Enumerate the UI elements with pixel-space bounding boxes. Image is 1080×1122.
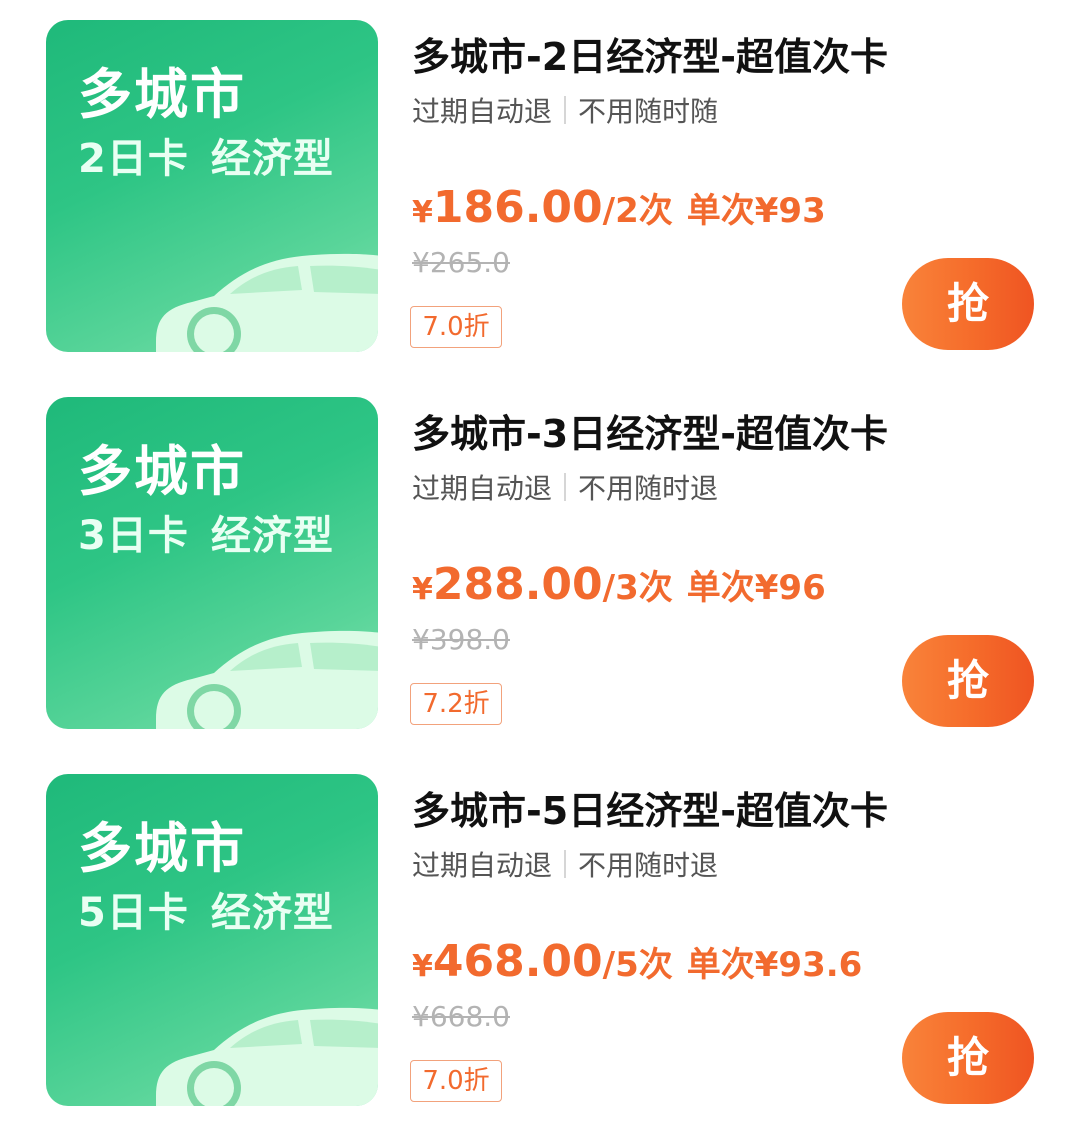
thumbnail-title: 多城市 — [78, 63, 246, 126]
thumbnail-days: 3日卡 — [78, 513, 189, 559]
thumbnail-days: 5日卡 — [78, 890, 189, 936]
product-thumbnail[interactable]: 多城市 2日卡 经济型 — [46, 20, 378, 352]
tag-divider — [564, 473, 567, 501]
discount-badge: 7.2折 — [410, 683, 502, 725]
thumbnail-subtitle: 5日卡 经济型 — [78, 880, 334, 938]
grab-button[interactable]: 抢 — [902, 258, 1034, 350]
tag-refund-anytime: 不用随时退 — [578, 472, 719, 505]
thumbnail-type: 经济型 — [210, 890, 334, 936]
tag-auto-refund: 过期自动退 — [412, 472, 553, 505]
unit-price: 单次¥93.6 — [686, 945, 863, 985]
original-price: ¥265.0 — [412, 246, 510, 279]
currency-symbol: ¥ — [412, 572, 433, 607]
tag-divider — [564, 96, 567, 124]
discount-badge: 7.0折 — [410, 306, 502, 348]
original-price: ¥668.0 — [412, 1000, 510, 1033]
grab-button[interactable]: 抢 — [902, 1012, 1034, 1104]
use-count: /2次 — [602, 191, 673, 231]
use-count: /5次 — [602, 945, 673, 985]
price-line: ¥468.00/5次 单次¥93.6 — [412, 936, 862, 987]
tag-refund-anytime: 不用随时退 — [578, 849, 719, 882]
thumbnail-type: 经济型 — [210, 136, 334, 182]
car-icon — [156, 1007, 378, 1106]
product-thumbnail[interactable]: 多城市 3日卡 经济型 — [46, 397, 378, 729]
tag-auto-refund: 过期自动退 — [412, 95, 553, 128]
car-icon — [156, 630, 378, 729]
grab-button[interactable]: 抢 — [902, 635, 1034, 727]
currency-symbol: ¥ — [412, 195, 433, 230]
car-icon — [156, 253, 378, 352]
product-title[interactable]: 多城市-3日经济型-超值次卡 — [412, 403, 888, 458]
unit-price: 单次¥96 — [686, 568, 826, 608]
product-thumbnail[interactable]: 多城市 5日卡 经济型 — [46, 774, 378, 1106]
thumbnail-type: 经济型 — [210, 513, 334, 559]
discount-badge: 7.0折 — [410, 1060, 502, 1102]
product-title[interactable]: 多城市-2日经济型-超值次卡 — [412, 26, 888, 81]
thumbnail-title: 多城市 — [78, 440, 246, 503]
unit-price: 单次¥93 — [686, 191, 826, 231]
original-price: ¥398.0 — [412, 623, 510, 656]
price-amount: 186.00 — [432, 182, 603, 233]
tag-refund-anytime: 不用随时随 — [578, 95, 719, 128]
thumbnail-subtitle: 3日卡 经济型 — [78, 503, 334, 561]
product-title[interactable]: 多城市-5日经济型-超值次卡 — [412, 780, 888, 835]
price-line: ¥186.00/2次 单次¥93 — [412, 182, 826, 233]
product-card[interactable]: 多城市 2日卡 经济型 多城市-2日经济型-超值次卡 过期自动退 不用随时随 ¥1… — [0, 0, 1080, 352]
price-line: ¥288.00/3次 单次¥96 — [412, 559, 826, 610]
product-tags: 过期自动退 不用随时退 — [412, 467, 718, 507]
price-amount: 468.00 — [432, 936, 603, 987]
thumbnail-subtitle: 2日卡 经济型 — [78, 126, 334, 184]
thumbnail-title: 多城市 — [78, 817, 246, 880]
tag-auto-refund: 过期自动退 — [412, 849, 553, 882]
product-tags: 过期自动退 不用随时随 — [412, 90, 718, 130]
product-card[interactable]: 多城市 5日卡 经济型 多城市-5日经济型-超值次卡 过期自动退 不用随时退 ¥4… — [0, 754, 1080, 1106]
product-tags: 过期自动退 不用随时退 — [412, 844, 718, 884]
tag-divider — [564, 850, 567, 878]
thumbnail-days: 2日卡 — [78, 136, 189, 182]
price-amount: 288.00 — [432, 559, 603, 610]
use-count: /3次 — [602, 568, 673, 608]
product-card[interactable]: 多城市 3日卡 经济型 多城市-3日经济型-超值次卡 过期自动退 不用随时退 ¥2… — [0, 377, 1080, 729]
currency-symbol: ¥ — [412, 949, 433, 984]
